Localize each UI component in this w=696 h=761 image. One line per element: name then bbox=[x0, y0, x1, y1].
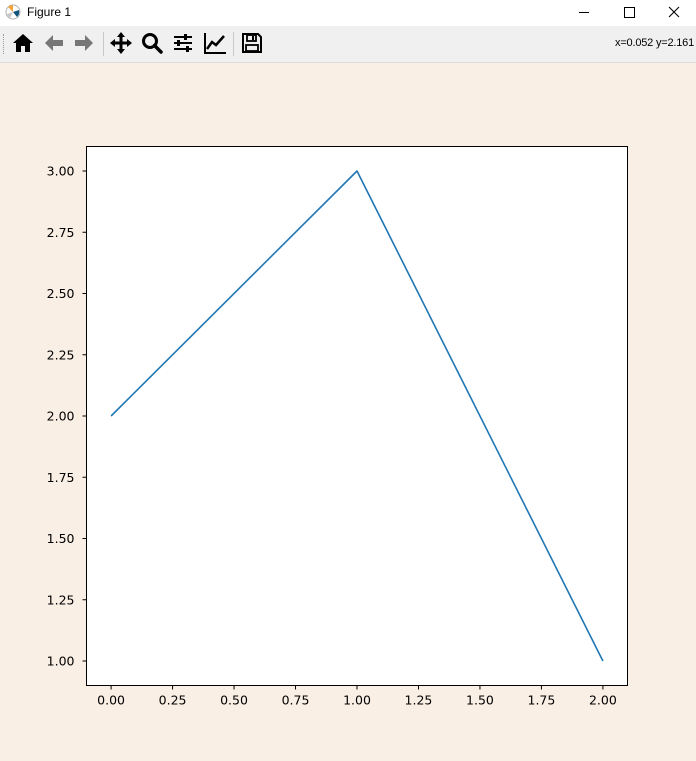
close-button[interactable] bbox=[650, 0, 696, 26]
back-button[interactable] bbox=[40, 29, 68, 57]
y-tick-label: 2.00 bbox=[47, 409, 75, 424]
x-tick-label: 0.75 bbox=[282, 693, 310, 708]
close-icon bbox=[668, 6, 680, 18]
x-tick-label: 1.50 bbox=[466, 693, 494, 708]
home-icon bbox=[13, 34, 33, 52]
subplots-button[interactable] bbox=[169, 29, 197, 57]
y-tick-label: 3.00 bbox=[47, 164, 75, 179]
window-title: Figure 1 bbox=[27, 5, 72, 19]
x-tick-label: 1.75 bbox=[528, 693, 556, 708]
y-tick-label: 2.75 bbox=[47, 225, 75, 240]
pan-icon bbox=[110, 32, 132, 54]
x-tick-label: 0.25 bbox=[159, 693, 187, 708]
axes-background bbox=[86, 146, 628, 686]
axes-edit-button[interactable] bbox=[201, 29, 229, 57]
matplotlib-logo-icon bbox=[5, 4, 21, 20]
toolbar-separator bbox=[233, 32, 234, 56]
y-tick-label: 2.50 bbox=[47, 286, 75, 301]
save-button[interactable] bbox=[238, 29, 266, 57]
maximize-button[interactable] bbox=[606, 0, 652, 26]
y-tick-label: 1.00 bbox=[47, 654, 75, 669]
window-titlebar: Figure 1 bbox=[0, 0, 696, 26]
minimize-icon bbox=[579, 12, 589, 13]
toolbar-grip[interactable] bbox=[3, 34, 6, 54]
pan-button[interactable] bbox=[107, 29, 135, 57]
forward-icon bbox=[75, 35, 93, 51]
axes-edit-icon bbox=[204, 33, 226, 54]
x-tick-label: 1.00 bbox=[343, 693, 371, 708]
y-tick-label: 1.50 bbox=[47, 531, 75, 546]
figure-canvas[interactable]: 0.00 0.25 0.50 0.75 1.00 1.25 1.50 1.75 2.00 1.0… bbox=[0, 62, 696, 757]
line-chart[interactable]: 0.00 0.25 0.50 0.75 1.00 1.25 1.50 1.75 2.00 1.0… bbox=[0, 62, 696, 757]
toolbar-separator bbox=[103, 32, 104, 56]
back-icon bbox=[45, 35, 63, 51]
y-tick-label: 1.25 bbox=[47, 592, 75, 607]
zoom-button[interactable] bbox=[138, 29, 166, 57]
home-button[interactable] bbox=[9, 29, 37, 57]
y-axis: 1.00 1.25 1.50 1.75 2.00 2.25 2.50 2.75 3.00 bbox=[47, 164, 87, 669]
subplots-icon bbox=[174, 34, 192, 52]
maximize-icon bbox=[624, 7, 635, 18]
navigation-toolbar: x=0.052 y=2.161 bbox=[0, 26, 696, 63]
save-icon bbox=[242, 33, 262, 53]
zoom-icon bbox=[142, 33, 163, 54]
x-tick-label: 0.00 bbox=[97, 693, 125, 708]
cursor-coordinates: x=0.052 y=2.161 bbox=[615, 37, 694, 49]
minimize-button[interactable] bbox=[560, 0, 606, 26]
x-axis: 0.00 0.25 0.50 0.75 1.00 1.25 1.50 1.75 2.00 bbox=[97, 685, 617, 708]
forward-button[interactable] bbox=[70, 29, 98, 57]
x-tick-label: 1.25 bbox=[405, 693, 433, 708]
x-tick-label: 0.50 bbox=[220, 693, 248, 708]
x-tick-label: 2.00 bbox=[589, 693, 617, 708]
y-tick-label: 2.25 bbox=[47, 347, 75, 362]
y-tick-label: 1.75 bbox=[47, 470, 75, 485]
